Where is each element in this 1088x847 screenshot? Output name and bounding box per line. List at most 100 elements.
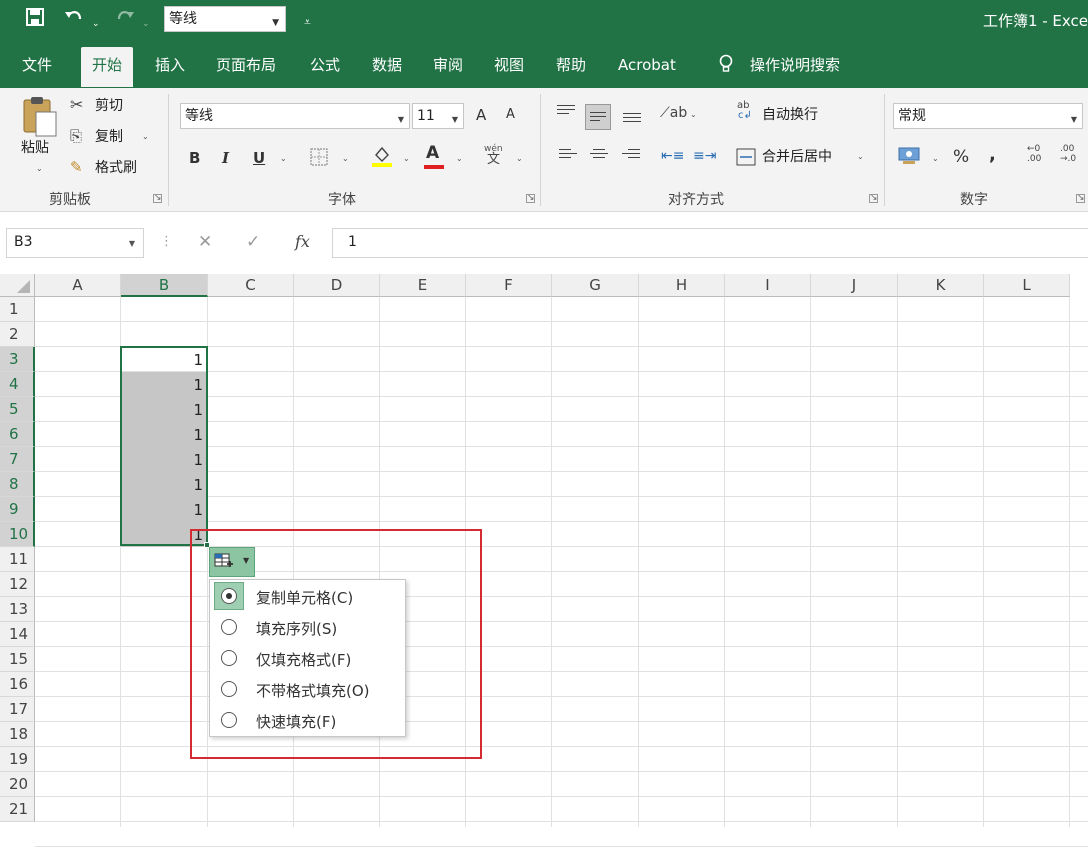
tab-view[interactable]: 视图 bbox=[494, 54, 524, 76]
row-header-21[interactable]: 21 bbox=[0, 797, 35, 822]
column-header-B[interactable]: B bbox=[121, 274, 208, 297]
align-middle-icon[interactable] bbox=[585, 104, 611, 130]
column-header-K[interactable]: K bbox=[898, 274, 984, 297]
tab-page-layout[interactable]: 页面布局 bbox=[216, 54, 276, 76]
tab-formulas[interactable]: 公式 bbox=[310, 54, 340, 76]
fill-color-icon[interactable] bbox=[371, 144, 393, 172]
row-header-7[interactable]: 7 bbox=[0, 447, 35, 472]
row-header-11[interactable]: 11 bbox=[0, 547, 35, 572]
phonetic-guide-icon[interactable]: 文 bbox=[487, 153, 500, 167]
decrease-decimal-icon[interactable]: .00 →.0 bbox=[1060, 144, 1076, 164]
font-color-dropdown-icon[interactable]: ⌄ bbox=[456, 154, 463, 163]
phonetic-dropdown-icon[interactable]: ⌄ bbox=[516, 154, 523, 163]
undo-dropdown-icon[interactable]: ⌄ bbox=[92, 12, 100, 36]
copy-button[interactable]: 复制 bbox=[95, 127, 123, 147]
dialog-launcher-icon[interactable]: ↘ bbox=[869, 194, 878, 203]
row-header-18[interactable]: 18 bbox=[0, 722, 35, 747]
column-header-G[interactable]: G bbox=[552, 274, 639, 297]
increase-decimal-icon[interactable]: ←0 .00 bbox=[1027, 144, 1041, 164]
row-header-9[interactable]: 9 bbox=[0, 497, 35, 522]
tab-help[interactable]: 帮助 bbox=[556, 54, 586, 76]
wrap-text-button[interactable]: 自动换行 bbox=[762, 105, 818, 125]
row-header-16[interactable]: 16 bbox=[0, 672, 35, 697]
column-header-I[interactable]: I bbox=[725, 274, 811, 297]
enter-icon[interactable]: ✓ bbox=[246, 232, 260, 252]
tab-home[interactable]: 开始 bbox=[81, 47, 134, 87]
row-header-2[interactable]: 2 bbox=[0, 322, 35, 347]
column-header-D[interactable]: D bbox=[294, 274, 380, 297]
dialog-launcher-icon[interactable]: ↘ bbox=[526, 194, 535, 203]
name-box[interactable]: B3 ▼ bbox=[6, 228, 144, 258]
accounting-format-icon[interactable] bbox=[898, 146, 922, 170]
tab-data[interactable]: 数据 bbox=[372, 54, 402, 76]
font-size-select[interactable]: 11 ▼ bbox=[412, 103, 464, 129]
grow-font-button[interactable]: A bbox=[476, 105, 486, 125]
fill-color-dropdown-icon[interactable]: ⌄ bbox=[403, 154, 410, 163]
row-header-17[interactable]: 17 bbox=[0, 697, 35, 722]
copy-dropdown-icon[interactable]: ⌄ bbox=[142, 132, 149, 141]
merge-center-button[interactable]: 合并后居中 bbox=[762, 147, 832, 167]
orientation-dropdown-icon[interactable]: ⌄ bbox=[690, 110, 697, 119]
align-right-icon[interactable] bbox=[618, 146, 644, 168]
row-header-10[interactable]: 10 bbox=[0, 522, 35, 547]
tab-file[interactable]: 文件 bbox=[22, 54, 52, 76]
font-name-select[interactable]: 等线 ▼ bbox=[180, 103, 410, 129]
quick-font-combo[interactable]: 等线 ▼ bbox=[164, 6, 286, 32]
customize-toolbar-icon[interactable]: ⩡ bbox=[304, 10, 311, 34]
row-header-19[interactable]: 19 bbox=[0, 747, 35, 772]
row-header-12[interactable]: 12 bbox=[0, 572, 35, 597]
row-header-15[interactable]: 15 bbox=[0, 647, 35, 672]
format-painter-button[interactable]: 格式刷 bbox=[95, 158, 137, 178]
row-header-20[interactable]: 20 bbox=[0, 772, 35, 797]
row-header-4[interactable]: 4 bbox=[0, 372, 35, 397]
row-header-6[interactable]: 6 bbox=[0, 422, 35, 447]
shrink-font-button[interactable]: A bbox=[506, 105, 515, 125]
row-header-1[interactable]: 1 bbox=[0, 297, 35, 322]
tab-insert[interactable]: 插入 bbox=[155, 54, 185, 76]
align-top-icon[interactable] bbox=[553, 102, 579, 124]
row-header-13[interactable]: 13 bbox=[0, 597, 35, 622]
paste-dropdown-icon[interactable]: ⌄ bbox=[36, 164, 43, 173]
comma-button[interactable]: , bbox=[989, 145, 996, 165]
merge-dropdown-icon[interactable]: ⌄ bbox=[857, 152, 864, 161]
column-header-E[interactable]: E bbox=[380, 274, 466, 297]
bold-button[interactable]: B bbox=[189, 148, 200, 168]
column-header-A[interactable]: A bbox=[35, 274, 121, 297]
align-center-icon[interactable] bbox=[586, 146, 612, 168]
tell-me-search[interactable]: 操作说明搜索 bbox=[750, 54, 840, 76]
column-header-C[interactable]: C bbox=[208, 274, 294, 297]
tab-review[interactable]: 审阅 bbox=[433, 54, 463, 76]
formula-input[interactable]: 1 bbox=[332, 228, 1088, 258]
tab-acrobat[interactable]: Acrobat bbox=[618, 54, 676, 76]
dialog-launcher-icon[interactable]: ↘ bbox=[153, 194, 162, 203]
cut-button[interactable]: 剪切 bbox=[95, 96, 123, 116]
column-header-L[interactable]: L bbox=[984, 274, 1070, 297]
italic-button[interactable]: I bbox=[222, 148, 229, 168]
percent-button[interactable]: % bbox=[953, 147, 969, 167]
paste-icon[interactable] bbox=[20, 96, 60, 144]
orientation-icon[interactable]: ⟋ab bbox=[660, 103, 687, 123]
align-bottom-icon[interactable] bbox=[619, 106, 645, 128]
decrease-indent-icon[interactable]: ⇤≡ bbox=[661, 146, 684, 166]
paste-button-label[interactable]: 粘贴 bbox=[21, 138, 49, 158]
undo-icon[interactable] bbox=[64, 8, 84, 33]
underline-button[interactable]: U bbox=[253, 148, 265, 168]
row-header-8[interactable]: 8 bbox=[0, 472, 35, 497]
insert-function-icon[interactable]: fx bbox=[295, 232, 310, 251]
borders-icon[interactable] bbox=[310, 148, 328, 170]
row-header-14[interactable]: 14 bbox=[0, 622, 35, 647]
number-format-select[interactable]: 常规 ▼ bbox=[893, 103, 1083, 129]
cancel-icon[interactable]: ✕ bbox=[198, 232, 212, 252]
font-color-button[interactable]: A bbox=[426, 143, 439, 163]
increase-indent-icon[interactable]: ≡⇥ bbox=[693, 146, 716, 166]
row-header-5[interactable]: 5 bbox=[0, 397, 35, 422]
column-header-H[interactable]: H bbox=[639, 274, 725, 297]
row-header-3[interactable]: 3 bbox=[0, 347, 35, 372]
dialog-launcher-icon[interactable]: ↘ bbox=[1076, 194, 1085, 203]
align-left-icon[interactable] bbox=[555, 146, 581, 168]
column-header-F[interactable]: F bbox=[466, 274, 552, 297]
column-header-J[interactable]: J bbox=[811, 274, 898, 297]
select-all-corner[interactable] bbox=[0, 274, 35, 297]
accounting-dropdown-icon[interactable]: ⌄ bbox=[932, 154, 939, 163]
save-icon[interactable] bbox=[26, 8, 44, 33]
